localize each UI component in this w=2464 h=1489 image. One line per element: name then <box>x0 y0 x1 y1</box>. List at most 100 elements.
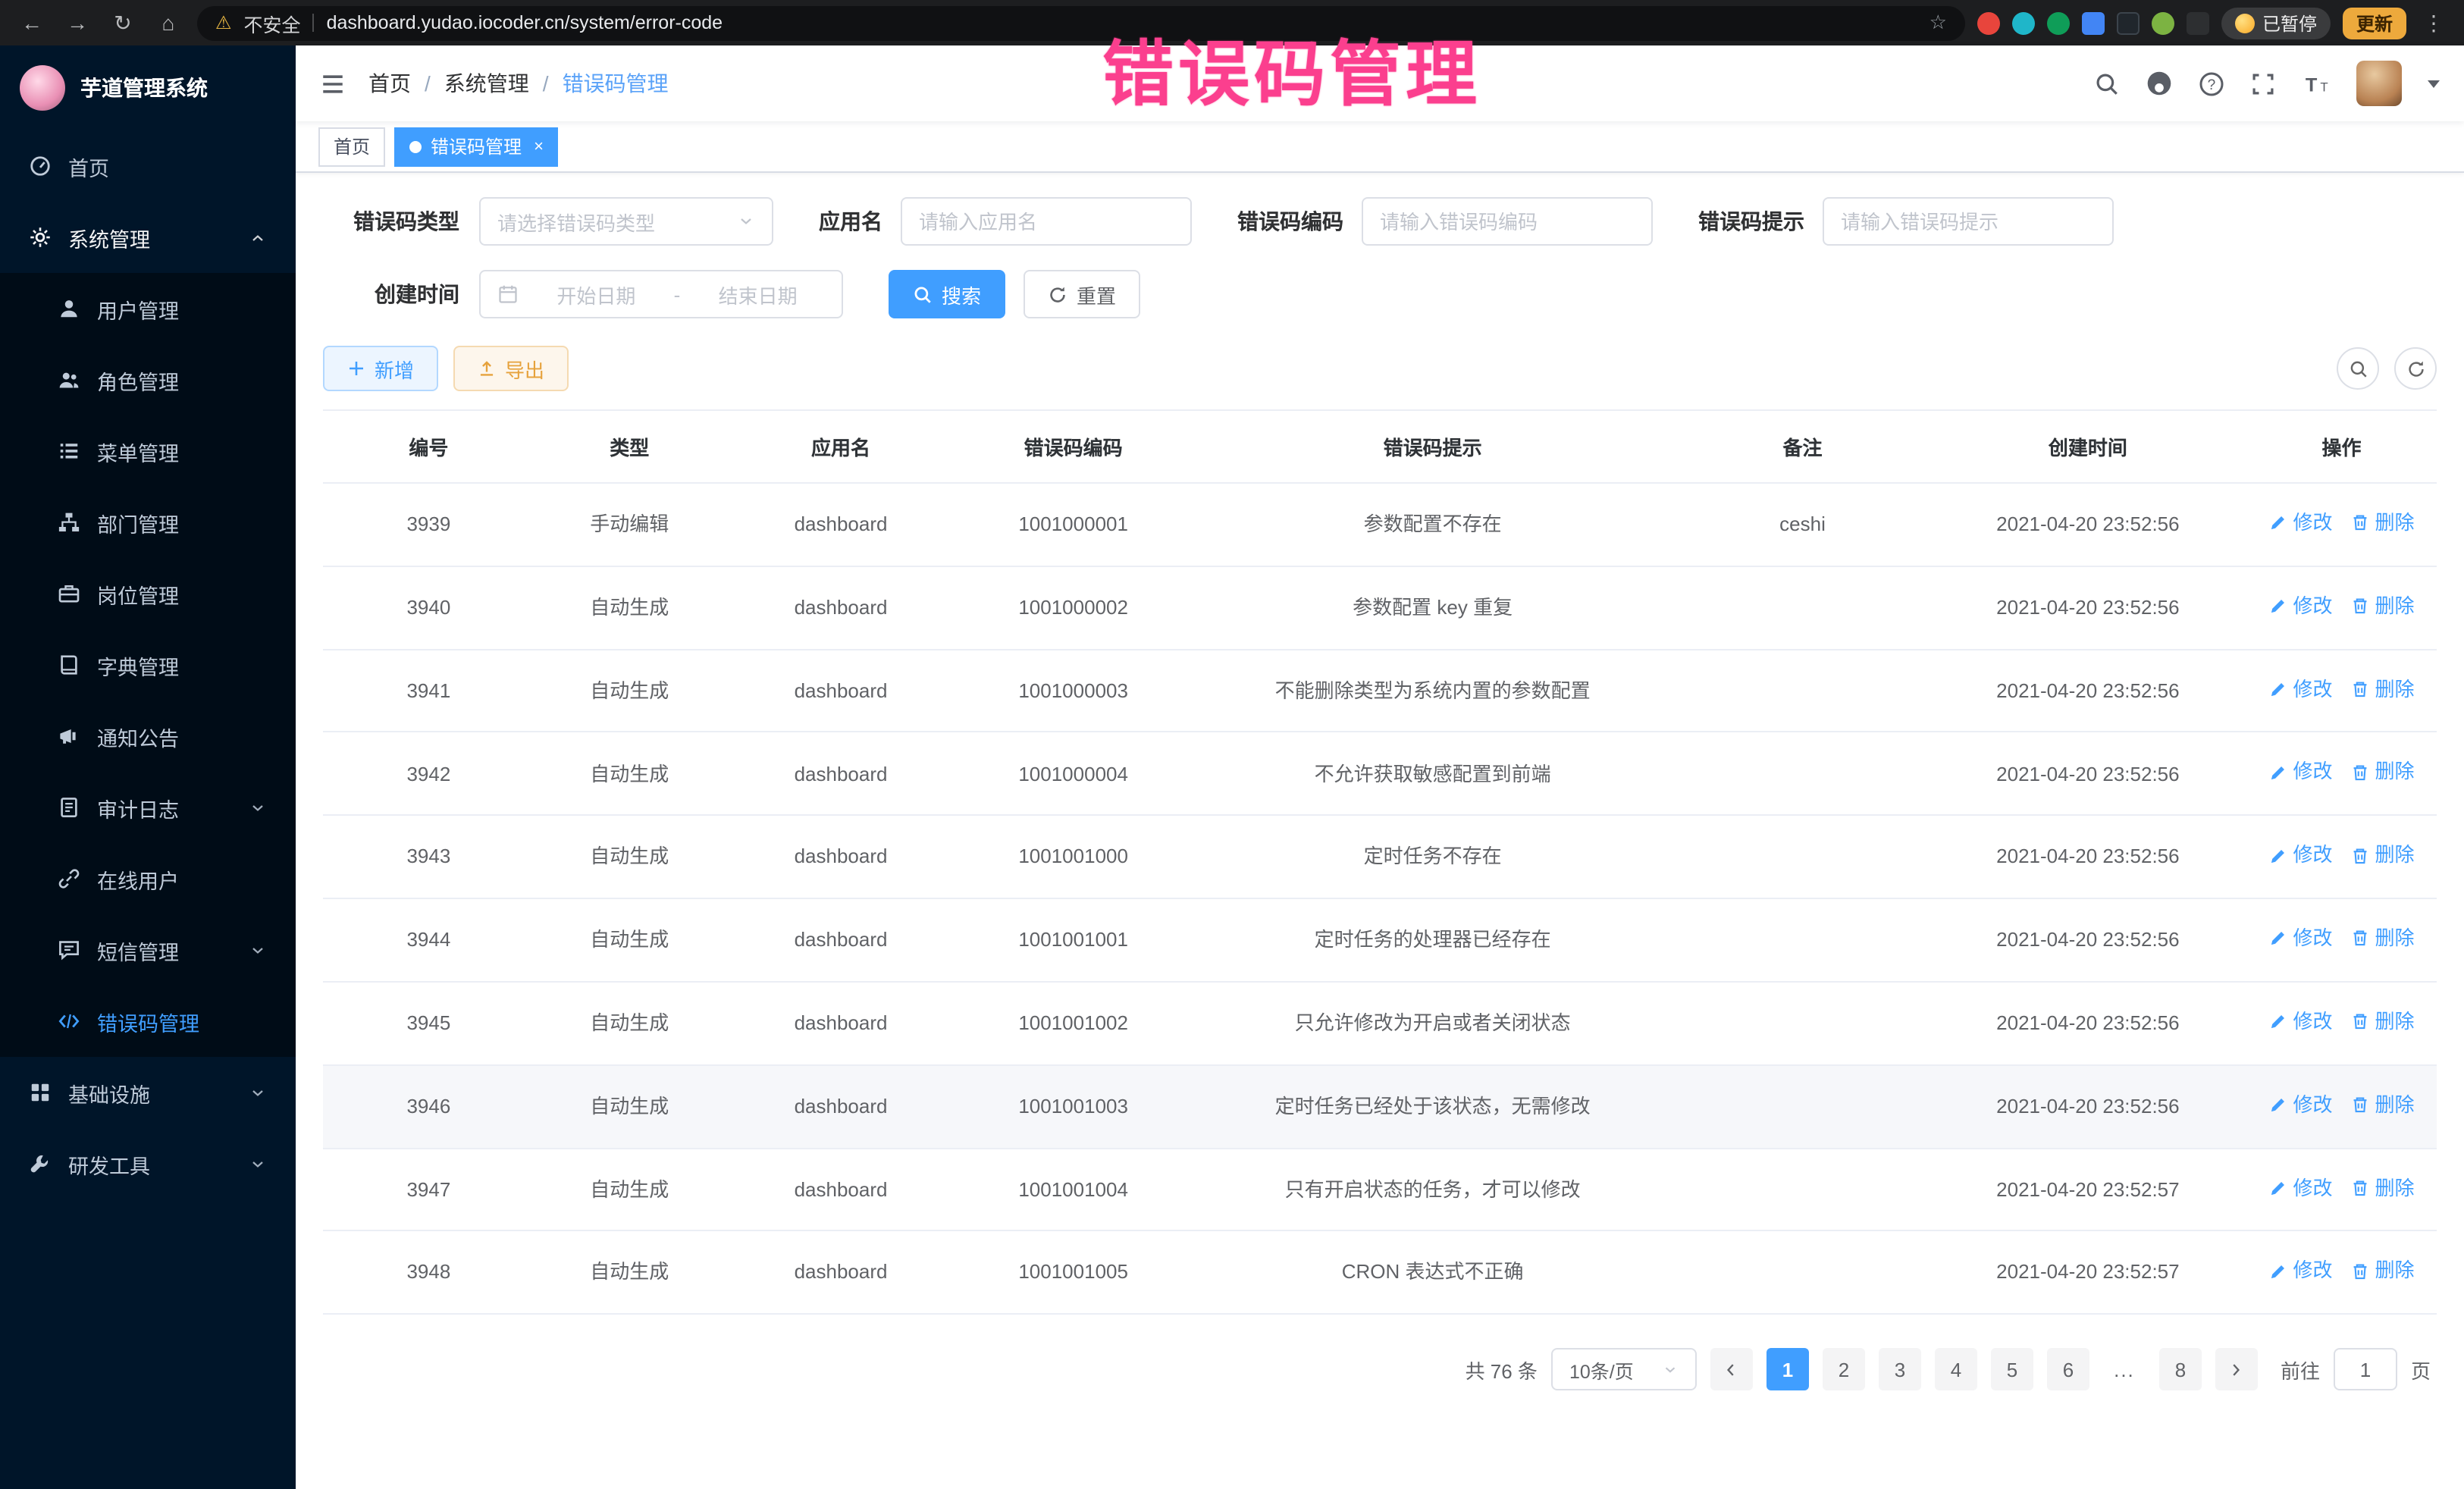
back-icon[interactable]: ← <box>15 11 49 35</box>
app-name-input[interactable] <box>901 197 1192 246</box>
pager-page-2[interactable]: 2 <box>1823 1348 1865 1390</box>
search-button[interactable]: 搜索 <box>889 270 1005 318</box>
sidebar-item-sms-management[interactable]: 短信管理 <box>0 914 296 986</box>
reload-icon[interactable]: ↻ <box>106 10 140 36</box>
sidebar-item-dict-management[interactable]: 字典管理 <box>0 629 296 701</box>
edit-link[interactable]: 修改 <box>2268 925 2332 951</box>
sidebar-item-error-code-management[interactable]: 错误码管理 <box>0 986 296 1057</box>
page-size-select[interactable]: 10条/页 <box>1551 1348 1697 1390</box>
show-search-toggle-button[interactable] <box>2337 347 2379 390</box>
sidebar-item-home[interactable]: 首页 <box>0 130 296 202</box>
delete-link[interactable]: 删除 <box>2350 759 2414 785</box>
sidebar-item-dev-tools[interactable]: 研发工具 <box>0 1128 296 1199</box>
error-hint-input[interactable] <box>1823 197 2114 246</box>
date-range-picker[interactable]: 开始日期 - 结束日期 <box>479 270 843 318</box>
next-page-button[interactable] <box>2215 1348 2258 1390</box>
forward-icon[interactable]: → <box>61 11 94 35</box>
fullscreen-icon[interactable] <box>2250 71 2276 96</box>
export-button-label: 导出 <box>505 354 544 383</box>
breadcrumb-home[interactable]: 首页 <box>368 68 411 99</box>
error-type-select[interactable]: 请选择错误码类型 <box>479 197 773 246</box>
pager-page-8[interactable]: 8 <box>2159 1348 2202 1390</box>
edit-link[interactable]: 修改 <box>2268 842 2332 869</box>
table-row[interactable]: 3942 自动生成 dashboard 1001000004 不允许获取敏感配置… <box>323 732 2437 816</box>
help-icon[interactable]: ? <box>2199 71 2224 96</box>
table-row[interactable]: 3945 自动生成 dashboard 1001001002 只允许修改为开启或… <box>323 982 2437 1065</box>
export-button[interactable]: 导出 <box>453 346 569 391</box>
bookmark-star-icon[interactable]: ☆ <box>1930 11 1947 35</box>
delete-link[interactable]: 删除 <box>2350 1174 2414 1201</box>
table-row[interactable]: 3947 自动生成 dashboard 1001001004 只有开启状态的任务… <box>323 1148 2437 1231</box>
home-icon[interactable]: ⌂ <box>152 11 185 35</box>
table-row[interactable]: 3946 自动生成 dashboard 1001001003 定时任务已经处于该… <box>323 1064 2437 1148</box>
delete-link[interactable]: 删除 <box>2350 1258 2414 1284</box>
sidebar-item-post-management[interactable]: 岗位管理 <box>0 558 296 629</box>
error-code-table: 编号 类型 应用名 错误码编码 错误码提示 备注 创建时间 操作 3939 手动… <box>323 409 2437 1315</box>
pager-page-1[interactable]: 1 <box>1766 1348 1809 1390</box>
cell-hint: 不允许获取敏感配置到前端 <box>1190 732 1676 816</box>
pager-page-3[interactable]: 3 <box>1879 1348 1921 1390</box>
caret-down-icon[interactable] <box>2428 80 2440 87</box>
extension-icon[interactable] <box>2117 11 2140 34</box>
breadcrumb-system[interactable]: 系统管理 <box>444 68 529 99</box>
puzzle-extension-icon[interactable] <box>2187 11 2209 34</box>
edit-link[interactable]: 修改 <box>2268 1091 2332 1118</box>
goto-page-input[interactable] <box>2334 1348 2397 1390</box>
delete-link[interactable]: 删除 <box>2350 925 2414 951</box>
sidebar-item-system-management[interactable]: 系统管理 <box>0 202 296 273</box>
sidebar-item-infrastructure[interactable]: 基础设施 <box>0 1057 296 1128</box>
refresh-table-button[interactable] <box>2394 347 2437 390</box>
prev-page-button[interactable] <box>1710 1348 1753 1390</box>
address-bar[interactable]: ⚠ 不安全 dashboard.yudao.iocoder.cn/system/… <box>197 5 1965 40</box>
pager-page-4[interactable]: 4 <box>1935 1348 1977 1390</box>
edit-link[interactable]: 修改 <box>2268 759 2332 785</box>
sidebar-item-menu-management[interactable]: 菜单管理 <box>0 415 296 487</box>
edit-link[interactable]: 修改 <box>2268 1174 2332 1201</box>
extension-icon[interactable] <box>2082 11 2105 34</box>
table-row[interactable]: 3941 自动生成 dashboard 1001000003 不能删除类型为系统… <box>323 649 2437 732</box>
delete-link[interactable]: 删除 <box>2350 676 2414 702</box>
sidebar-item-role-management[interactable]: 角色管理 <box>0 344 296 415</box>
tab-home[interactable]: 首页 <box>318 127 385 166</box>
sidebar-item-notice[interactable]: 通知公告 <box>0 701 296 772</box>
extension-icon[interactable] <box>2012 11 2035 34</box>
table-row[interactable]: 3944 自动生成 dashboard 1001001001 定时任务的处理器已… <box>323 898 2437 982</box>
tab-error-code-management[interactable]: 错误码管理 × <box>394 127 559 166</box>
extension-icon[interactable] <box>2152 11 2174 34</box>
reset-button[interactable]: 重置 <box>1024 270 1140 318</box>
edit-link[interactable]: 修改 <box>2268 676 2332 702</box>
table-row[interactable]: 3943 自动生成 dashboard 1001001000 定时任务不存在 2… <box>323 816 2437 899</box>
hamburger-icon[interactable] <box>320 71 346 96</box>
sidebar-item-online-users[interactable]: 在线用户 <box>0 843 296 914</box>
pager-page-6[interactable]: 6 <box>2047 1348 2089 1390</box>
sidebar-item-audit-log[interactable]: 审计日志 <box>0 772 296 843</box>
table-row[interactable]: 3940 自动生成 dashboard 1001000002 参数配置 key … <box>323 566 2437 650</box>
user-avatar[interactable] <box>2356 61 2402 106</box>
delete-link[interactable]: 删除 <box>2350 593 2414 619</box>
table-row[interactable]: 3939 手动编辑 dashboard 1001000001 参数配置不存在 c… <box>323 483 2437 566</box>
table-row[interactable]: 3948 自动生成 dashboard 1001001005 CRON 表达式不… <box>323 1231 2437 1315</box>
font-size-icon[interactable]: TT <box>2302 71 2331 96</box>
edit-link[interactable]: 修改 <box>2268 509 2332 536</box>
delete-link[interactable]: 删除 <box>2350 1091 2414 1118</box>
pager-page-5[interactable]: 5 <box>1991 1348 2033 1390</box>
extension-icon[interactable] <box>2047 11 2070 34</box>
sidebar-item-user-management[interactable]: 用户管理 <box>0 273 296 344</box>
update-button[interactable]: 更新 <box>2343 7 2406 39</box>
search-icon[interactable] <box>2094 71 2120 96</box>
edit-link[interactable]: 修改 <box>2268 593 2332 619</box>
edit-link[interactable]: 修改 <box>2268 1258 2332 1284</box>
logo[interactable]: 芋道管理系统 <box>0 45 296 130</box>
add-button[interactable]: 新增 <box>323 346 438 391</box>
error-code-input[interactable] <box>1362 197 1653 246</box>
close-icon[interactable]: × <box>534 137 544 155</box>
delete-link[interactable]: 删除 <box>2350 509 2414 536</box>
github-icon[interactable] <box>2146 70 2173 97</box>
extension-icon[interactable] <box>1977 11 2000 34</box>
delete-link[interactable]: 删除 <box>2350 1008 2414 1035</box>
browser-menu-icon[interactable]: ⋮ <box>2419 10 2449 36</box>
paused-pill[interactable]: 已暂停 <box>2221 7 2331 39</box>
delete-link[interactable]: 删除 <box>2350 842 2414 869</box>
edit-link[interactable]: 修改 <box>2268 1008 2332 1035</box>
sidebar-item-department-management[interactable]: 部门管理 <box>0 487 296 558</box>
